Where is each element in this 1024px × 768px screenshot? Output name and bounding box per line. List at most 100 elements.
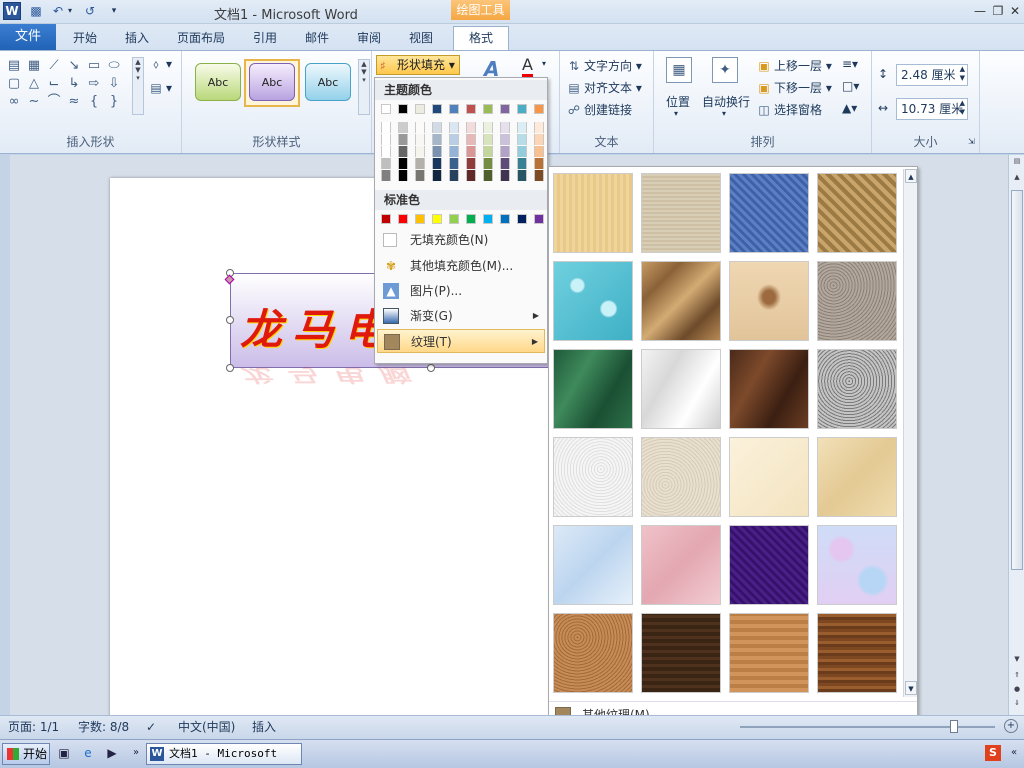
left-brace-icon[interactable]: { xyxy=(85,93,103,111)
style-gallery-scroll[interactable]: ▲ ▼ ▾ xyxy=(358,59,370,115)
theme-color-shade-swatch[interactable] xyxy=(500,122,510,133)
theme-color-shade-swatch[interactable] xyxy=(483,170,493,181)
tab-file[interactable]: 文件 xyxy=(0,24,56,50)
arc-icon[interactable]: ⌒ xyxy=(45,93,63,111)
theme-color-shade-swatch[interactable] xyxy=(466,134,476,145)
theme-color-shade-swatch[interactable] xyxy=(398,170,408,181)
close-icon[interactable]: ✕ xyxy=(1005,3,1024,19)
theme-color-shade-swatch[interactable] xyxy=(415,170,425,181)
next-page-icon[interactable]: ⇓ xyxy=(1009,699,1024,707)
texture-tile[interactable] xyxy=(641,525,721,605)
theme-color-shade-swatch[interactable] xyxy=(432,170,442,181)
align-button[interactable]: ≡▾ xyxy=(842,57,858,71)
theme-color-shade-swatch[interactable] xyxy=(449,134,459,145)
theme-color-swatch[interactable] xyxy=(381,104,391,114)
position-icon[interactable]: ▦ xyxy=(666,57,692,83)
texture-tile[interactable] xyxy=(553,349,633,429)
edit-shape-button[interactable]: ⬨ ▾ xyxy=(148,57,172,72)
start-button[interactable]: 开始 xyxy=(2,743,50,765)
previous-page-icon[interactable]: ⇑ xyxy=(1009,671,1024,679)
theme-color-swatch[interactable] xyxy=(432,104,442,114)
height-spinner[interactable]: ▲ ▼ xyxy=(960,65,965,83)
theme-color-shade-swatch[interactable] xyxy=(466,158,476,169)
texture-tile[interactable] xyxy=(641,613,721,693)
standard-color-swatch[interactable] xyxy=(381,214,391,224)
rectangle-icon[interactable]: ▭ xyxy=(85,57,103,75)
scroll-down-icon[interactable]: ▼ xyxy=(905,681,917,695)
elbow-arrow-icon[interactable]: ↳ xyxy=(65,75,83,93)
tab-view[interactable]: 视图 xyxy=(398,28,444,50)
shapes-gallery-scroll[interactable]: ▲ ▼ ▾ xyxy=(132,57,144,115)
resize-handle-left[interactable] xyxy=(226,316,234,324)
rounded-rectangle-icon[interactable]: ▢ xyxy=(5,75,23,93)
style-sample-purple[interactable]: Abc xyxy=(249,63,295,101)
standard-color-swatch[interactable] xyxy=(432,214,442,224)
tab-review[interactable]: 审阅 xyxy=(346,28,392,50)
down-arrow-icon[interactable]: ⇩ xyxy=(105,75,123,93)
standard-color-swatch[interactable] xyxy=(449,214,459,224)
theme-color-shade-swatch[interactable] xyxy=(517,122,527,133)
insert-mode-indicator[interactable]: 插入 xyxy=(252,716,276,738)
texture-tile[interactable] xyxy=(729,613,809,693)
text-fill-icon[interactable]: A xyxy=(522,55,533,77)
standard-color-swatch[interactable] xyxy=(500,214,510,224)
texture-tile[interactable] xyxy=(553,613,633,693)
theme-color-swatch[interactable] xyxy=(398,104,408,114)
more-fill-colors-item[interactable]: ✾ 其他填充颜色(M)... xyxy=(377,254,545,278)
tray-app-icon[interactable]: S xyxy=(985,745,1001,761)
theme-color-shade-swatch[interactable] xyxy=(432,122,442,133)
arrow-line-icon[interactable]: ↘ xyxy=(65,57,83,75)
texture-tile[interactable] xyxy=(817,525,897,605)
language-indicator[interactable]: 中文(中国) xyxy=(178,716,235,738)
theme-color-shade-swatch[interactable] xyxy=(500,170,510,181)
no-fill-item[interactable]: 无填充颜色(N) xyxy=(377,228,545,252)
theme-color-swatch[interactable] xyxy=(449,104,459,114)
zoom-slider-thumb[interactable] xyxy=(950,720,958,733)
texture-tile[interactable] xyxy=(641,437,721,517)
texture-tile[interactable] xyxy=(729,173,809,253)
undo-icon[interactable]: ↶ xyxy=(50,3,66,19)
theme-color-shade-swatch[interactable] xyxy=(381,146,391,157)
line-icon[interactable]: ⟋ xyxy=(45,57,63,75)
vertical-text-box-icon[interactable]: ▦ xyxy=(25,57,43,75)
height-input[interactable]: 2.48 厘米 ▲ ▼ xyxy=(896,64,968,86)
right-arrow-icon[interactable]: ⇨ xyxy=(85,75,103,93)
triangle-icon[interactable]: △ xyxy=(25,75,43,93)
internet-explorer-icon[interactable]: e xyxy=(80,745,96,761)
minimize-icon[interactable]: — xyxy=(970,3,990,19)
bring-forward-button[interactable]: ▣ 上移一层 ▾ xyxy=(756,57,832,74)
send-backward-button[interactable]: ▣ 下移一层 ▾ xyxy=(756,79,832,96)
texture-tile[interactable] xyxy=(553,261,633,341)
tab-page-layout[interactable]: 页面布局 xyxy=(170,28,232,50)
texture-tile[interactable] xyxy=(817,173,897,253)
theme-color-shade-swatch[interactable] xyxy=(483,134,493,145)
create-link-button[interactable]: ☍ 创建链接 xyxy=(566,101,632,118)
texture-tile[interactable] xyxy=(729,437,809,517)
zoom-in-icon[interactable]: + xyxy=(1004,719,1018,733)
theme-color-shade-swatch[interactable] xyxy=(534,122,544,133)
tray-expand-icon[interactable]: « xyxy=(1006,745,1022,761)
standard-color-swatch[interactable] xyxy=(398,214,408,224)
position-dropdown-icon[interactable]: ▾ xyxy=(674,109,678,118)
theme-color-shade-swatch[interactable] xyxy=(398,158,408,169)
theme-color-shade-swatch[interactable] xyxy=(432,146,442,157)
theme-color-swatch[interactable] xyxy=(517,104,527,114)
width-input[interactable]: 10.73 厘米 ▲ ▼ xyxy=(896,98,968,120)
standard-color-swatch[interactable] xyxy=(483,214,493,224)
elbow-connector-icon[interactable]: ⌙ xyxy=(45,75,63,93)
theme-color-shade-swatch[interactable] xyxy=(449,122,459,133)
theme-color-shade-swatch[interactable] xyxy=(534,134,544,145)
texture-tile[interactable] xyxy=(641,349,721,429)
texture-tile[interactable] xyxy=(641,261,721,341)
texture-tile[interactable] xyxy=(553,437,633,517)
tab-mailings[interactable]: 邮件 xyxy=(294,28,340,50)
texture-tile[interactable] xyxy=(817,261,897,341)
theme-color-shade-swatch[interactable] xyxy=(449,158,459,169)
theme-color-shade-swatch[interactable] xyxy=(534,170,544,181)
theme-color-shade-swatch[interactable] xyxy=(449,170,459,181)
shapes-gallery[interactable]: ▤ ▦ ⟋ ↘ ▭ ⬭ ▢ △ ⌙ ↳ ⇨ ⇩ ∞ ∼ ⌒ ≈{} xyxy=(5,57,133,111)
texture-tile[interactable] xyxy=(729,349,809,429)
texture-scrollbar[interactable]: ▲ ▼ xyxy=(903,169,917,697)
save-icon[interactable]: ▩ xyxy=(28,3,44,19)
theme-color-shade-swatch[interactable] xyxy=(500,158,510,169)
